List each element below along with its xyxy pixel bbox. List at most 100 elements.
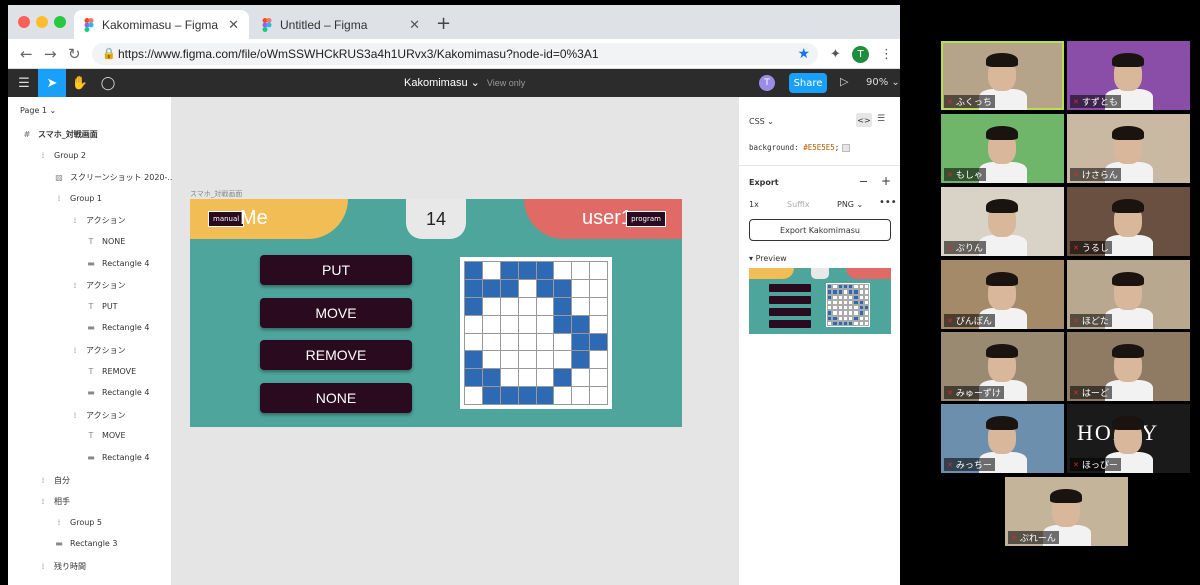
file-title[interactable]: Kakomimasu ⌄ View only bbox=[404, 76, 525, 89]
more-options-icon[interactable]: ••• bbox=[879, 197, 897, 208]
board-cell[interactable] bbox=[536, 279, 555, 298]
board-cell[interactable] bbox=[500, 262, 519, 280]
tab-kakomimasu[interactable]: Kakomimasu – Figma ✕ bbox=[74, 10, 249, 39]
layer-item[interactable]: ⁞ 相手 bbox=[38, 496, 70, 507]
board-cell[interactable] bbox=[590, 262, 608, 280]
board-cell[interactable] bbox=[482, 262, 501, 280]
board-cell[interactable] bbox=[518, 262, 537, 280]
participant-tile[interactable]: ✕ はーど bbox=[1067, 332, 1190, 401]
board-cell[interactable] bbox=[572, 315, 591, 334]
comment-tool-icon[interactable]: ◯ bbox=[94, 69, 122, 97]
board-cell[interactable] bbox=[554, 279, 573, 298]
layer-item[interactable]: ⁞ アクション bbox=[70, 345, 126, 356]
layer-item[interactable]: ▬ Rectangle 3 bbox=[54, 539, 117, 548]
participant-tile[interactable]: ✕ うるし bbox=[1067, 187, 1190, 256]
export-button[interactable]: Export Kakomimasu bbox=[749, 219, 891, 241]
put-button[interactable]: PUT bbox=[260, 255, 412, 285]
board-cell[interactable] bbox=[500, 369, 519, 388]
layer-item[interactable]: ▬ Rectangle 4 bbox=[86, 323, 149, 332]
share-button[interactable]: Share bbox=[789, 73, 827, 93]
board-cell[interactable] bbox=[554, 369, 573, 388]
board-cell[interactable] bbox=[590, 351, 608, 370]
none-button[interactable]: NONE bbox=[260, 383, 412, 413]
bookmark-star-icon[interactable]: ★ bbox=[797, 45, 810, 62]
board-cell[interactable] bbox=[536, 315, 555, 334]
back-icon[interactable]: ← bbox=[20, 45, 33, 63]
board-cell[interactable] bbox=[518, 369, 537, 388]
board-cell[interactable] bbox=[482, 351, 501, 370]
participant-tile[interactable]: ✕ ぷれーん bbox=[1005, 477, 1128, 546]
board-cell[interactable] bbox=[465, 262, 483, 280]
board-cell[interactable] bbox=[482, 297, 501, 316]
layer-item[interactable]: ▬ Rectangle 4 bbox=[86, 259, 149, 268]
layer-item[interactable]: ⁞ アクション bbox=[70, 280, 126, 291]
board-cell[interactable] bbox=[482, 315, 501, 334]
layer-item[interactable]: ⁞ 自分 bbox=[38, 475, 70, 486]
extensions-icon[interactable]: ✦ bbox=[830, 47, 841, 62]
export-scale-field[interactable]: 1x bbox=[749, 200, 759, 209]
board-cell[interactable] bbox=[465, 279, 483, 298]
board-cell[interactable] bbox=[572, 351, 591, 370]
move-button[interactable]: MOVE bbox=[260, 298, 412, 328]
add-export-icon[interactable]: + bbox=[881, 174, 891, 188]
board-cell[interactable] bbox=[518, 351, 537, 370]
game-board[interactable] bbox=[460, 257, 612, 409]
board-cell[interactable] bbox=[572, 262, 591, 280]
move-tool-icon[interactable]: ➤ bbox=[38, 69, 66, 97]
layer-item[interactable]: T MOVE bbox=[86, 431, 126, 440]
board-cell[interactable] bbox=[518, 297, 537, 316]
board-cell[interactable] bbox=[500, 279, 519, 298]
page-selector[interactable]: Page 1 ⌄ bbox=[20, 106, 56, 115]
tab-untitled[interactable]: Untitled – Figma ✕ bbox=[252, 10, 430, 39]
board-cell[interactable] bbox=[518, 279, 537, 298]
board-cell[interactable] bbox=[554, 315, 573, 334]
layer-item[interactable]: T NONE bbox=[86, 237, 126, 246]
board-cell[interactable] bbox=[500, 333, 519, 352]
layer-item[interactable]: ⁞ Group 2 bbox=[38, 151, 86, 160]
list-view-icon[interactable]: ☰ bbox=[877, 114, 885, 124]
url-input[interactable]: 🔒 https://www.figma.com/file/oWmSSWHCkRU… bbox=[92, 43, 818, 65]
participant-tile[interactable]: ✕ けさらん bbox=[1067, 114, 1190, 183]
participant-tile[interactable]: ✕ みゅーずけ bbox=[941, 332, 1064, 401]
board-cell[interactable] bbox=[482, 333, 501, 352]
export-suffix-field[interactable]: Suffix bbox=[787, 200, 810, 209]
board-cell[interactable] bbox=[482, 369, 501, 388]
board-cell[interactable] bbox=[572, 333, 591, 352]
user-avatar[interactable]: T bbox=[759, 75, 775, 91]
board-cell[interactable] bbox=[518, 387, 537, 405]
layer-item[interactable]: # スマホ_対戦画面 bbox=[22, 129, 98, 140]
layer-item[interactable]: ▬ Rectangle 4 bbox=[86, 388, 149, 397]
board-cell[interactable] bbox=[482, 279, 501, 298]
code-view-icon[interactable]: <> bbox=[856, 113, 872, 127]
board-cell[interactable] bbox=[465, 387, 483, 405]
board-cell[interactable] bbox=[572, 369, 591, 388]
board-cell[interactable] bbox=[590, 387, 608, 405]
board-cell[interactable] bbox=[572, 279, 591, 298]
board-cell[interactable] bbox=[465, 315, 483, 334]
css-dropdown[interactable]: CSS ⌄ bbox=[749, 117, 774, 126]
layer-item[interactable]: ⁞ Group 5 bbox=[54, 518, 102, 527]
board-cell[interactable] bbox=[554, 351, 573, 370]
board-cell[interactable] bbox=[500, 351, 519, 370]
participant-tile[interactable]: ✕ ふくっち bbox=[941, 41, 1064, 110]
board-cell[interactable] bbox=[536, 333, 555, 352]
board-cell[interactable] bbox=[518, 315, 537, 334]
layer-item[interactable]: T PUT bbox=[86, 302, 118, 311]
remove-button[interactable]: REMOVE bbox=[260, 340, 412, 370]
board-cell[interactable] bbox=[554, 262, 573, 280]
board-cell[interactable] bbox=[590, 279, 608, 298]
board-cell[interactable] bbox=[482, 387, 501, 405]
board-cell[interactable] bbox=[536, 369, 555, 388]
preview-toggle[interactable]: ▾ Preview bbox=[749, 254, 787, 263]
browser-menu-icon[interactable]: ⋮ bbox=[880, 47, 893, 62]
board-cell[interactable] bbox=[554, 297, 573, 316]
layer-item[interactable]: ▨ スクリーンショット 2020-... bbox=[54, 172, 175, 183]
participant-tile[interactable]: ✕ ほどた bbox=[1067, 260, 1190, 329]
board-cell[interactable] bbox=[465, 369, 483, 388]
hand-tool-icon[interactable]: ✋ bbox=[66, 69, 94, 97]
layer-item[interactable]: T REMOVE bbox=[86, 367, 137, 376]
board-cell[interactable] bbox=[590, 333, 608, 352]
board-cell[interactable] bbox=[465, 351, 483, 370]
close-tab-icon[interactable]: ✕ bbox=[409, 17, 420, 33]
canvas[interactable]: スマホ_対戦画面 manual Me 14 user1 program PUT … bbox=[172, 97, 884, 585]
